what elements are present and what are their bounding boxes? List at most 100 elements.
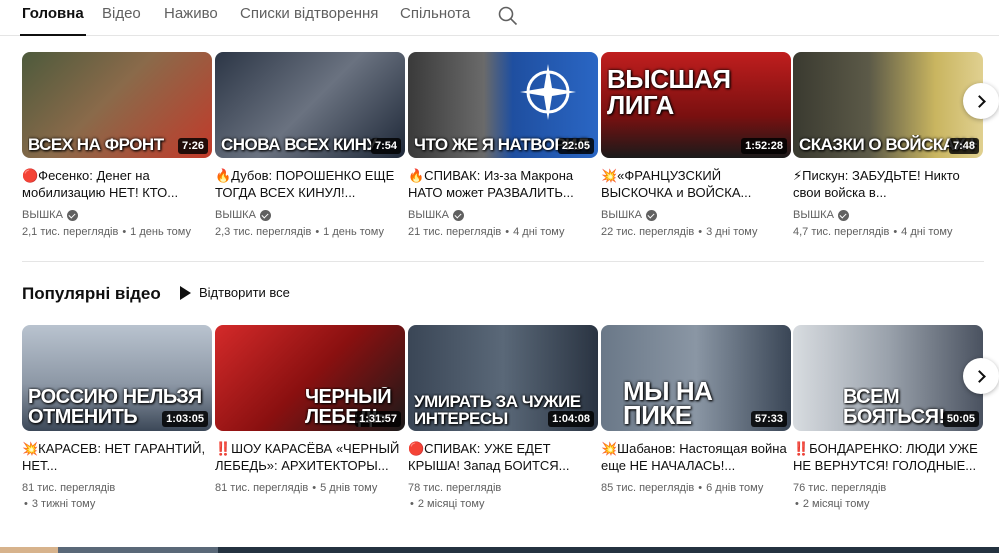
view-count: 78 тис. переглядів (408, 482, 502, 494)
video-thumbnail[interactable]: ВЫСШАЯ ЛИГА 1:52:28 (601, 52, 791, 158)
video-title[interactable]: ⚡Пискун: ЗАБУДЬТЕ! Никто свои войска в..… (793, 167, 983, 201)
channel-name-text: ВЫШКА (408, 209, 449, 221)
view-count: 2,3 тис. переглядів (215, 226, 312, 238)
channel-name[interactable]: ВЫШКА (22, 207, 212, 223)
channel-name[interactable]: ВЫШКА (601, 207, 791, 223)
video-card[interactable]: ВЫСШАЯ ЛИГА 1:52:28 💥«ФРАНЦУЗСКИЙ ВЫСКОЧ… (601, 52, 791, 240)
video-duration: 1:03:05 (162, 411, 208, 427)
play-all-button[interactable]: Відтворити все (180, 285, 290, 300)
channel-tabs: Головна Відео Наживо Списки відтворення … (0, 0, 999, 36)
upload-age: 2 місяці тому (793, 496, 983, 512)
view-count: 4,7 тис. переглядів (793, 226, 890, 238)
video-duration: 7:26 (177, 138, 208, 154)
video-card[interactable]: СКАЗКИ О ВОЙСКАХ Н 7:48 ⚡Пискун: ЗАБУДЬТ… (793, 52, 983, 240)
video-thumbnail[interactable]: УМИРАТЬ ЗА ЧУЖИЕ ИНТЕРЕСЫ 1:04:08 (408, 325, 598, 431)
video-title[interactable]: 💥«ФРАНЦУЗСКИЙ ВЫСКОЧКА и ВОЙСКА... (601, 167, 791, 201)
video-thumbnail[interactable]: СКАЗКИ О ВОЙСКАХ Н 7:48 (793, 52, 983, 158)
video-title[interactable]: 🔴СПИВАК: УЖЕ ЕДЕТ КРЫША! Запад БОИТСЯ... (408, 440, 598, 474)
upload-age: 4 дні тому (889, 226, 952, 238)
video-title[interactable]: ‼️БОНДАРЕНКО: ЛЮДИ УЖЕ НЕ ВЕРНУТСЯ! ГОЛО… (793, 440, 983, 474)
video-meta: 85 тис. переглядів6 днів тому (601, 480, 791, 496)
upload-age: 3 тижні тому (22, 496, 212, 512)
play-all-label: Відтворити все (199, 285, 290, 300)
video-duration: 7:54 (370, 138, 401, 154)
video-meta: 2,1 тис. переглядів1 день тому (22, 224, 212, 240)
view-count: 22 тис. переглядів (601, 226, 695, 238)
video-card[interactable]: СНОВА ВСЕХ КИНУ 7:54 🔥Дубов: ПОРОШЕНКО Е… (215, 52, 405, 240)
video-thumbnail[interactable]: МЫ НА ПИКЕ 57:33 (601, 325, 791, 431)
upload-age: 1 день тому (311, 226, 384, 238)
video-thumbnail[interactable]: ЧТО ЖЕ Я НАТВОРИЛ 22:05 (408, 52, 598, 158)
video-card[interactable]: ЧТО ЖЕ Я НАТВОРИЛ 22:05 🔥СПИВАК: Из-за М… (408, 52, 598, 240)
video-card[interactable]: УМИРАТЬ ЗА ЧУЖИЕ ИНТЕРЕСЫ 1:04:08 🔴СПИВА… (408, 325, 598, 512)
video-duration: 1:04:08 (548, 411, 594, 427)
thumbnail-caption: ВЫСШАЯ ЛИГА (607, 66, 731, 118)
view-count: 2,1 тис. переглядів (22, 226, 119, 238)
video-meta: 22 тис. переглядів3 дні тому (601, 224, 791, 240)
video-duration: 1:52:28 (741, 138, 787, 154)
upload-age: 3 дні тому (694, 226, 757, 238)
upload-age: 5 днів тому (308, 482, 377, 494)
shelf-next-button[interactable] (963, 83, 999, 119)
channel-name[interactable]: ВЫШКА (408, 207, 598, 223)
tab-community[interactable]: Спільнота (400, 5, 470, 33)
video-duration: 7:48 (948, 138, 979, 154)
video-title[interactable]: 🔥СПИВАК: Из-за Макрона НАТО может РАЗВАЛ… (408, 167, 598, 201)
view-count: 81 тис. переглядів (215, 482, 309, 494)
video-thumbnail[interactable]: РОССИЮ НЕЛЬЗЯ ОТМЕНИТЬ 1:03:05 (22, 325, 212, 431)
video-title[interactable]: 🔥Дубов: ПОРОШЕНКО ЕЩЕ ТОГДА ВСЕХ КИНУЛ!.… (215, 167, 405, 201)
next-shelf-preview (0, 547, 999, 553)
channel-name[interactable]: ВЫШКА (215, 207, 405, 223)
view-count: 81 тис. переглядів (22, 482, 116, 494)
chevron-right-icon (973, 369, 986, 383)
tab-home[interactable]: Головна (20, 5, 86, 36)
verified-check-icon (837, 209, 849, 221)
chevron-right-icon (973, 94, 986, 108)
channel-name-text: ВЫШКА (22, 209, 63, 221)
section-divider (22, 261, 984, 262)
tab-live[interactable]: Наживо (164, 5, 218, 33)
video-meta: 2,3 тис. переглядів1 день тому (215, 224, 405, 240)
shelf-next-button[interactable] (963, 358, 999, 394)
channel-name-text: ВЫШКА (793, 209, 834, 221)
video-title[interactable]: 💥КАРАСЕВ: НЕТ ГАРАНТИЙ, НЕТ... (22, 440, 212, 474)
video-meta: 81 тис. переглядів (22, 480, 212, 496)
tab-videos[interactable]: Відео (102, 5, 141, 33)
video-meta: 81 тис. переглядів5 днів тому (215, 480, 405, 496)
upload-age: 4 дні тому (501, 226, 564, 238)
channel-name[interactable]: ВЫШКА (793, 207, 983, 223)
video-meta: 78 тис. переглядів (408, 480, 598, 496)
video-thumbnail[interactable]: ЧЕРНЫЙ ЛЕБЕДЬ 1:31:57 (215, 325, 405, 431)
video-title[interactable]: 💥Шабанов: Настоящая война еще НЕ НАЧАЛАС… (601, 440, 791, 474)
video-card[interactable]: РОССИЮ НЕЛЬЗЯ ОТМЕНИТЬ 1:03:05 💥КАРАСЕВ:… (22, 325, 212, 512)
video-thumbnail[interactable]: ВСЕМ БОЯТЬСЯ! 50:05 (793, 325, 983, 431)
video-duration: 22:05 (557, 138, 594, 154)
video-title[interactable]: ‼️ШОУ КАРАСЁВА «ЧЕРНЫЙ ЛЕБЕДЬ»: АРХИТЕКТ… (215, 440, 405, 474)
video-card[interactable]: ВСЕМ БОЯТЬСЯ! 50:05 ‼️БОНДАРЕНКО: ЛЮДИ У… (793, 325, 983, 512)
video-duration: 50:05 (942, 411, 979, 427)
upload-age: 6 днів тому (694, 482, 763, 494)
tab-playlists[interactable]: Списки відтворення (240, 5, 378, 33)
view-count: 21 тис. переглядів (408, 226, 502, 238)
verified-check-icon (645, 209, 657, 221)
video-duration: 57:33 (750, 411, 787, 427)
channel-name-text: ВЫШКА (601, 209, 642, 221)
video-card[interactable]: ВСЕХ НА ФРОНТ 7:26 🔴Фесенко: Денег на мо… (22, 52, 212, 240)
video-card[interactable]: МЫ НА ПИКЕ 57:33 💥Шабанов: Настоящая вой… (601, 325, 791, 496)
verified-check-icon (66, 209, 78, 221)
nato-star-icon (520, 64, 576, 120)
video-meta: 4,7 тис. переглядів4 дні тому (793, 224, 983, 240)
video-thumbnail[interactable]: ВСЕХ НА ФРОНТ 7:26 (22, 52, 212, 158)
upload-age: 1 день тому (118, 226, 191, 238)
search-icon[interactable] (497, 5, 519, 27)
channel-name-text: ВЫШКА (215, 209, 256, 221)
verified-check-icon (452, 209, 464, 221)
section-title[interactable]: Популярні відео (22, 284, 161, 304)
video-duration: 1:31:57 (355, 411, 401, 427)
view-count: 76 тис. переглядів (793, 482, 887, 494)
view-count: 85 тис. переглядів (601, 482, 695, 494)
video-thumbnail[interactable]: СНОВА ВСЕХ КИНУ 7:54 (215, 52, 405, 158)
video-title[interactable]: 🔴Фесенко: Денег на мобилизацию НЕТ! КТО.… (22, 167, 212, 201)
upload-age: 2 місяці тому (408, 496, 598, 512)
video-card[interactable]: ЧЕРНЫЙ ЛЕБЕДЬ 1:31:57 ‼️ШОУ КАРАСЁВА «ЧЕ… (215, 325, 405, 496)
